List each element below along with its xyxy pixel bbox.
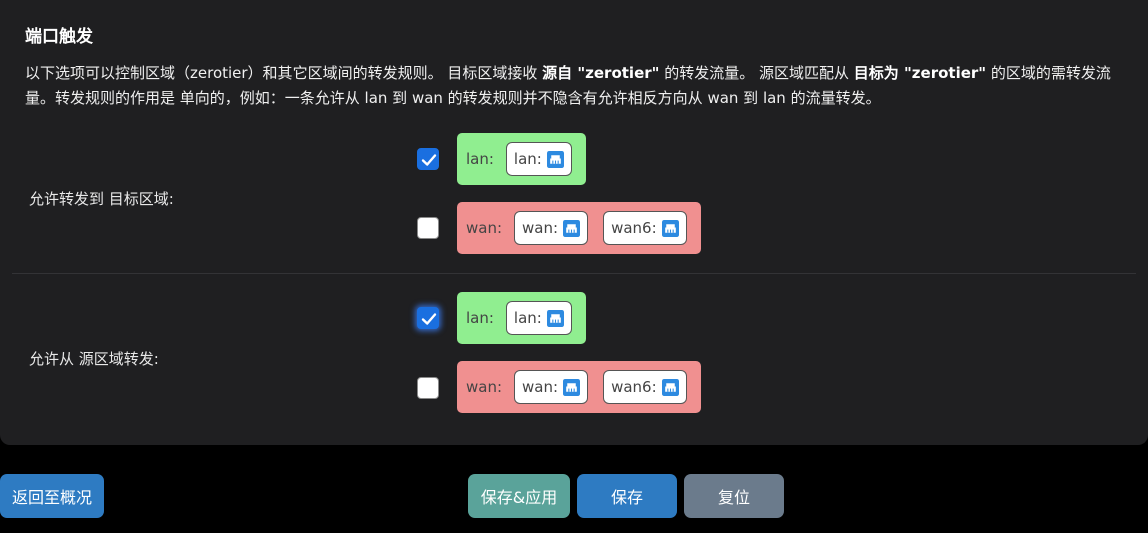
- section-title: 端口触发: [25, 27, 93, 47]
- checkmark-icon: [421, 154, 437, 166]
- forward-from-label: 允许从 源区域转发:: [29, 350, 159, 368]
- network-port-icon: [661, 219, 679, 237]
- zone-name: wan:: [466, 219, 503, 237]
- forward-from-wan-checkbox[interactable]: [417, 377, 439, 399]
- forward-to-label: 允许转发到 目标区域:: [29, 190, 174, 208]
- network-name: wan:: [522, 219, 559, 237]
- back-to-overview-button[interactable]: 返回至概况: [0, 474, 104, 518]
- forward-from-zone-wan[interactable]: wan: wan: wan6:: [457, 361, 701, 413]
- save-apply-button[interactable]: 保存&应用: [468, 474, 570, 518]
- network-badge-wan6: wan6:: [603, 211, 687, 245]
- description-bold-source: 源自 "zerotier": [542, 64, 660, 82]
- network-name: lan:: [513, 150, 542, 168]
- network-port-icon: [661, 378, 679, 396]
- network-port-icon: [546, 150, 564, 168]
- zone-name: wan:: [466, 378, 503, 396]
- network-badge-lan: lan:: [505, 142, 572, 176]
- forward-to-lan-checkbox[interactable]: [417, 148, 439, 170]
- network-badge-wan: wan:: [514, 211, 589, 245]
- save-button[interactable]: 保存: [577, 474, 677, 518]
- forward-to-zone-lan[interactable]: lan: lan:: [457, 133, 586, 185]
- forward-from-lan-checkbox[interactable]: [417, 307, 439, 329]
- description-text-a: 以下选项可以控制区域（zerotier）和其它区域间的转发规则。 目标区域接收: [25, 64, 543, 82]
- network-name: wan6:: [611, 378, 657, 396]
- reset-button[interactable]: 复位: [684, 474, 784, 518]
- network-badge-wan: wan:: [514, 370, 589, 404]
- network-port-icon: [546, 309, 564, 327]
- network-name: wan:: [522, 378, 559, 396]
- description-bold-dest: 目标为 "zerotier": [853, 64, 987, 82]
- forward-from-zone-lan[interactable]: lan: lan:: [457, 292, 586, 344]
- network-badge-wan6: wan6:: [603, 370, 687, 404]
- forward-to-wan-checkbox[interactable]: [417, 217, 439, 239]
- network-port-icon: [563, 219, 581, 237]
- firewall-zone-forwarding-panel: 端口触发 以下选项可以控制区域（zerotier）和其它区域间的转发规则。 目标…: [0, 0, 1148, 445]
- zone-name: lan:: [466, 309, 494, 327]
- network-badge-lan: lan:: [505, 301, 572, 335]
- checkmark-icon: [421, 313, 437, 325]
- network-port-icon: [563, 378, 581, 396]
- zone-name: lan:: [466, 150, 494, 168]
- description-text-b: 的转发流量。 源区域匹配从: [659, 64, 854, 82]
- section-divider: [12, 273, 1136, 274]
- section-description: 以下选项可以控制区域（zerotier）和其它区域间的转发规则。 目标区域接收 …: [25, 61, 1135, 111]
- forward-to-zone-wan[interactable]: wan: wan: wan6:: [457, 202, 701, 254]
- network-name: wan6:: [611, 219, 657, 237]
- network-name: lan:: [513, 309, 542, 327]
